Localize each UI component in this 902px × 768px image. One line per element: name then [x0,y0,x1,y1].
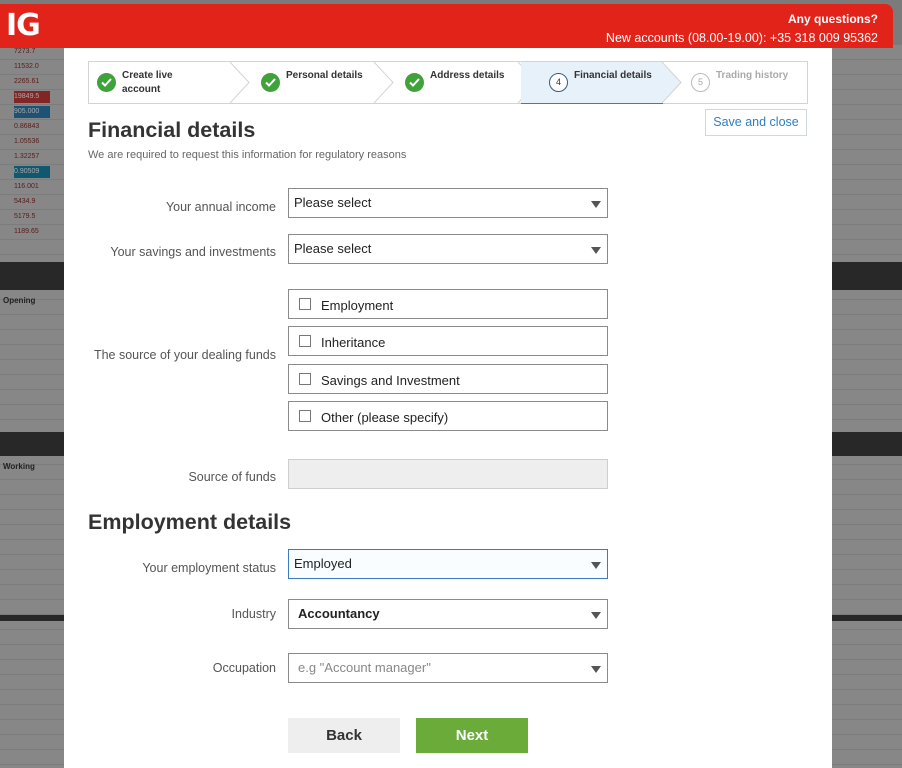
step-trading-history: 5 Trading history [685,62,807,103]
dropdown-arrow-icon [591,201,601,208]
source-option-employment[interactable]: Employment [288,289,608,319]
source-option-savings-investment[interactable]: Savings and Investment [288,364,608,394]
step-label: Trading history [716,70,789,81]
employment-status-label: Your employment status [142,561,276,575]
occupation-input[interactable]: e.g "Account manager" [288,653,608,683]
progress-stepper: Create live account Personal details Add… [88,61,808,104]
source-option-other[interactable]: Other (please specify) [288,401,608,431]
step-create-live-account: Create live account [89,62,233,103]
dropdown-arrow-icon [591,666,601,673]
step-financial-details: 4 Financial details [521,62,663,104]
step-number: 4 [549,73,568,92]
checkbox[interactable] [299,335,311,347]
next-button[interactable]: Next [416,718,528,753]
option-label: Other (please specify) [321,410,449,425]
back-button[interactable]: Back [288,718,400,753]
step-label: Financial details [574,70,652,81]
regulatory-note: We are required to request this informat… [88,149,407,161]
checkbox[interactable] [299,298,311,310]
check-icon [97,73,116,92]
annual-income-value: Please select [294,195,372,210]
checkbox[interactable] [299,373,311,385]
step-separator [229,62,250,103]
step-number: 5 [691,73,710,92]
option-label: Inheritance [321,335,386,350]
occupation-label: Occupation [212,661,276,675]
dropdown-arrow-icon [591,612,601,619]
industry-select[interactable]: Accountancy [288,599,608,629]
source-option-inheritance[interactable]: Inheritance [288,326,608,356]
check-icon [405,73,424,92]
check-icon [261,73,280,92]
step-label: Address details [430,70,505,81]
industry-value: Accountancy [298,606,380,621]
employment-status-value: Employed [294,556,352,571]
save-and-close-button[interactable]: Save and close [705,109,807,136]
phone-number: New accounts (08.00-19.00): +35 318 009 … [605,31,878,45]
financial-details-heading: Financial details [88,118,256,142]
employment-status-select[interactable]: Employed [288,549,608,579]
source-of-dealing-funds-label: The source of your dealing funds [93,348,276,362]
ig-logo: IG [6,8,41,43]
checkbox[interactable] [299,410,311,422]
application-modal: Create live account Personal details Add… [64,48,832,768]
option-label: Employment [321,298,394,313]
employment-details-heading: Employment details [88,510,292,534]
ig-header: IG Any questions? New accounts (08.00-19… [0,4,893,48]
savings-select[interactable]: Please select [288,234,608,264]
occupation-placeholder: e.g "Account manager" [298,660,431,675]
dropdown-arrow-icon [591,562,601,569]
source-of-funds-label: Source of funds [188,470,276,484]
annual-income-select[interactable]: Please select [288,188,608,218]
industry-label: Industry [231,607,276,621]
option-label: Savings and Investment [321,373,460,388]
dropdown-arrow-icon [591,247,601,254]
source-of-funds-input[interactable] [288,459,608,489]
savings-label: Your savings and investments [110,245,276,259]
step-label: Create live account [122,70,173,95]
savings-value: Please select [294,241,372,256]
questions-heading: Any questions? [787,12,878,26]
step-separator [373,62,394,103]
step-separator [661,62,682,103]
step-label: Personal details [286,70,363,81]
annual-income-label: Your annual income [165,200,276,214]
